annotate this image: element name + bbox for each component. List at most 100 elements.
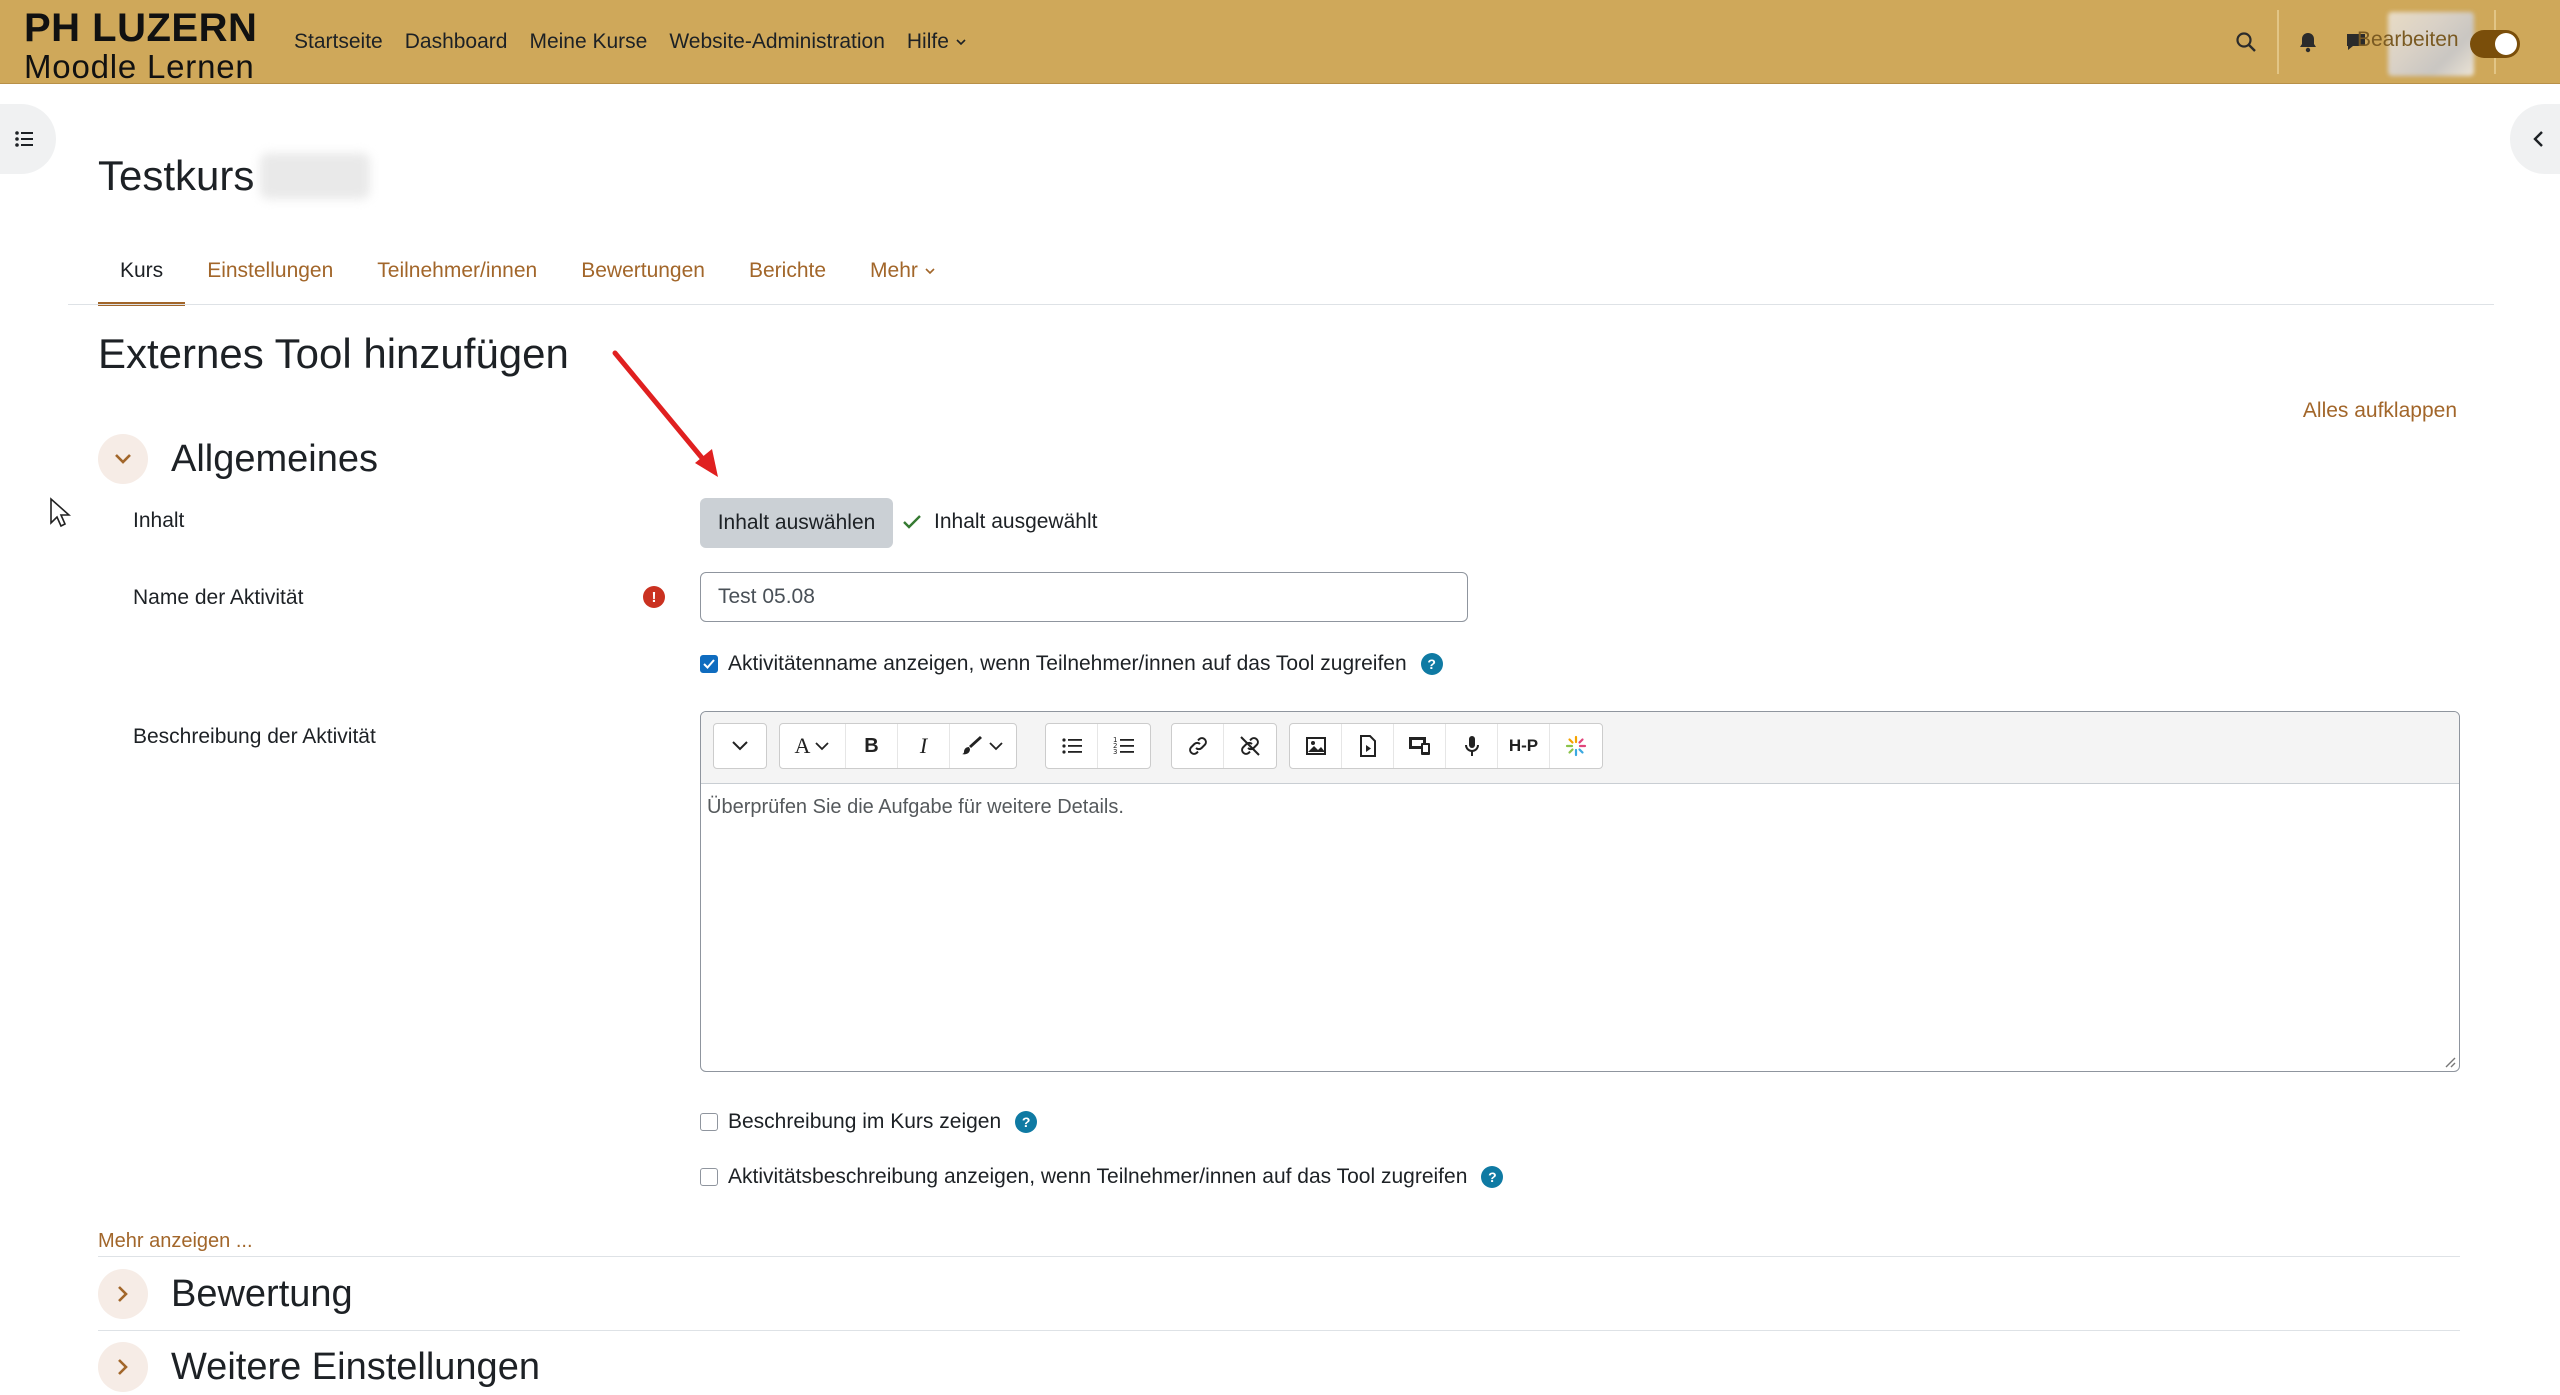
primary-navigation: Startseite Dashboard Meine Kurse Website…	[283, 0, 978, 84]
numbered-list-icon: 123	[1113, 736, 1134, 756]
toolbar-group-links	[1171, 723, 1277, 769]
chevron-down-icon	[956, 39, 966, 46]
record-video-button[interactable]	[1394, 724, 1446, 768]
toolbar-toggle-button[interactable]	[714, 724, 766, 768]
italic-button[interactable]: I	[898, 724, 950, 768]
nav-website-administration[interactable]: Website-Administration	[658, 0, 896, 84]
section-more-settings-header[interactable]: Weitere Einstellungen	[98, 1342, 540, 1392]
chevron-down-icon	[815, 742, 830, 751]
tab-berichte[interactable]: Berichte	[727, 236, 848, 306]
italic-icon: I	[919, 733, 928, 758]
media-button[interactable]	[1342, 724, 1394, 768]
chevron-down-icon	[925, 268, 935, 275]
section-title: Allgemeines	[171, 437, 378, 480]
section-divider	[98, 1256, 2460, 1257]
devices-icon	[1408, 737, 1430, 755]
bullet-list-icon	[1061, 738, 1082, 754]
edit-mode-toggle[interactable]	[2470, 30, 2520, 58]
expand-toggle[interactable]	[98, 1342, 148, 1392]
image-button[interactable]	[1290, 724, 1342, 768]
toolbar-group-format: A B I	[779, 723, 1017, 769]
section-general-header[interactable]: Allgemeines	[98, 434, 378, 484]
tab-label: Einstellungen	[207, 259, 334, 282]
chevron-right-icon	[118, 1286, 128, 1302]
show-activity-description-checkbox[interactable]	[700, 1168, 718, 1186]
unordered-list-button[interactable]	[1046, 724, 1098, 768]
nav-label: Website-Administration	[669, 30, 885, 53]
sparkle-icon	[1565, 735, 1587, 757]
content-label: Inhalt	[133, 509, 185, 532]
page-title: Externes Tool hinzufügen	[98, 330, 569, 377]
tab-label: Teilnehmer/innen	[377, 259, 538, 282]
unlink-button[interactable]	[1224, 724, 1276, 768]
description-editor: A B I 123 H-P Überprüfen Sie die Aufgabe…	[700, 711, 2460, 1072]
edit-mode-label: Bearbeiten	[2357, 28, 2459, 51]
secondary-navigation: Kurs Einstellungen Teilnehmer/innen Bewe…	[98, 236, 958, 306]
ordered-list-button[interactable]: 123	[1098, 724, 1150, 768]
svg-text:3: 3	[1113, 748, 1117, 756]
tab-label: Bewertungen	[581, 259, 705, 282]
tab-bewertungen[interactable]: Bewertungen	[559, 236, 727, 306]
toggle-knob	[2495, 33, 2517, 55]
nav-hilfe-dropdown[interactable]: Hilfe	[896, 0, 978, 84]
microphone-icon	[1464, 736, 1479, 756]
bold-button[interactable]: B	[846, 724, 898, 768]
link-button[interactable]	[1172, 724, 1224, 768]
show-name-checkbox[interactable]	[700, 655, 718, 673]
show-activity-description-label: Aktivitätsbeschreibung anzeigen, wenn Te…	[728, 1165, 1468, 1188]
expand-all-link[interactable]: Alles aufklappen	[2303, 399, 2457, 423]
chevron-down-icon	[115, 454, 131, 464]
nav-label: Meine Kurse	[529, 30, 648, 53]
content-selected-text: Inhalt ausgewählt	[934, 510, 1098, 533]
select-content-button[interactable]: Inhalt auswählen	[700, 498, 893, 548]
text-color-button[interactable]	[950, 724, 1016, 768]
tab-label: Kurs	[120, 259, 164, 282]
toolbar-group-lists: 123	[1045, 723, 1151, 769]
tab-einstellungen[interactable]: Einstellungen	[185, 236, 355, 306]
chevron-right-icon	[118, 1359, 128, 1375]
show-more-link[interactable]: Mehr anzeigen ...	[98, 1230, 253, 1253]
help-icon[interactable]: ?	[1481, 1166, 1504, 1188]
help-icon[interactable]: ?	[1420, 653, 1443, 675]
tab-label: Mehr	[870, 259, 918, 282]
course-title: Testkurs	[98, 152, 371, 200]
resize-handle-icon[interactable]	[2442, 1054, 2456, 1068]
expand-toggle[interactable]	[98, 1269, 148, 1319]
chevron-left-icon	[2533, 131, 2543, 147]
nav-startseite[interactable]: Startseite	[283, 0, 394, 84]
ai-assistant-button[interactable]	[1550, 724, 1602, 768]
section-grade-header[interactable]: Bewertung	[98, 1269, 353, 1319]
help-icon[interactable]: ?	[1015, 1111, 1038, 1133]
tab-mehr-dropdown[interactable]: Mehr	[848, 236, 958, 306]
nav-label: Startseite	[294, 30, 383, 53]
collapse-toggle[interactable]	[98, 434, 148, 484]
nav-meine-kurse[interactable]: Meine Kurse	[518, 0, 658, 84]
logo-line-2: Moodle Lernen	[24, 48, 255, 85]
secondary-nav-divider	[68, 304, 2494, 305]
course-title-text: Testkurs	[98, 152, 255, 199]
image-icon	[1305, 737, 1326, 755]
editor-content-area[interactable]: Überprüfen Sie die Aufgabe für weitere D…	[701, 784, 2459, 1071]
font-letter: A	[794, 733, 811, 758]
h5p-button[interactable]: H-P	[1498, 724, 1550, 768]
nav-label: Dashboard	[404, 30, 508, 53]
nav-dashboard[interactable]: Dashboard	[394, 0, 519, 84]
open-course-index-button[interactable]	[0, 104, 56, 174]
chevron-down-icon	[732, 741, 748, 751]
editor-toolbar: A B I 123 H-P	[701, 712, 2459, 784]
brush-icon	[962, 736, 982, 755]
search-icon[interactable]	[2230, 26, 2262, 58]
show-description-checkbox[interactable]	[700, 1113, 718, 1131]
bell-icon[interactable]	[2292, 26, 2324, 58]
annotation-arrow-icon	[612, 350, 718, 477]
toolbar-group-media: H-P	[1289, 723, 1603, 769]
open-block-drawer-button[interactable]	[2510, 104, 2560, 174]
tab-teilnehmer[interactable]: Teilnehmer/innen	[355, 236, 559, 306]
activity-name-input[interactable]	[700, 572, 1468, 622]
record-audio-button[interactable]	[1446, 724, 1498, 768]
section-divider	[98, 1330, 2460, 1331]
tab-kurs[interactable]: Kurs	[98, 236, 186, 306]
paragraph-style-button[interactable]: A	[780, 724, 846, 768]
site-logo[interactable]: PH LUZERN Moodle Lernen	[24, 8, 257, 83]
show-activity-description-checkbox-row: Aktivitätsbeschreibung anzeigen, wenn Te…	[700, 1165, 1504, 1189]
